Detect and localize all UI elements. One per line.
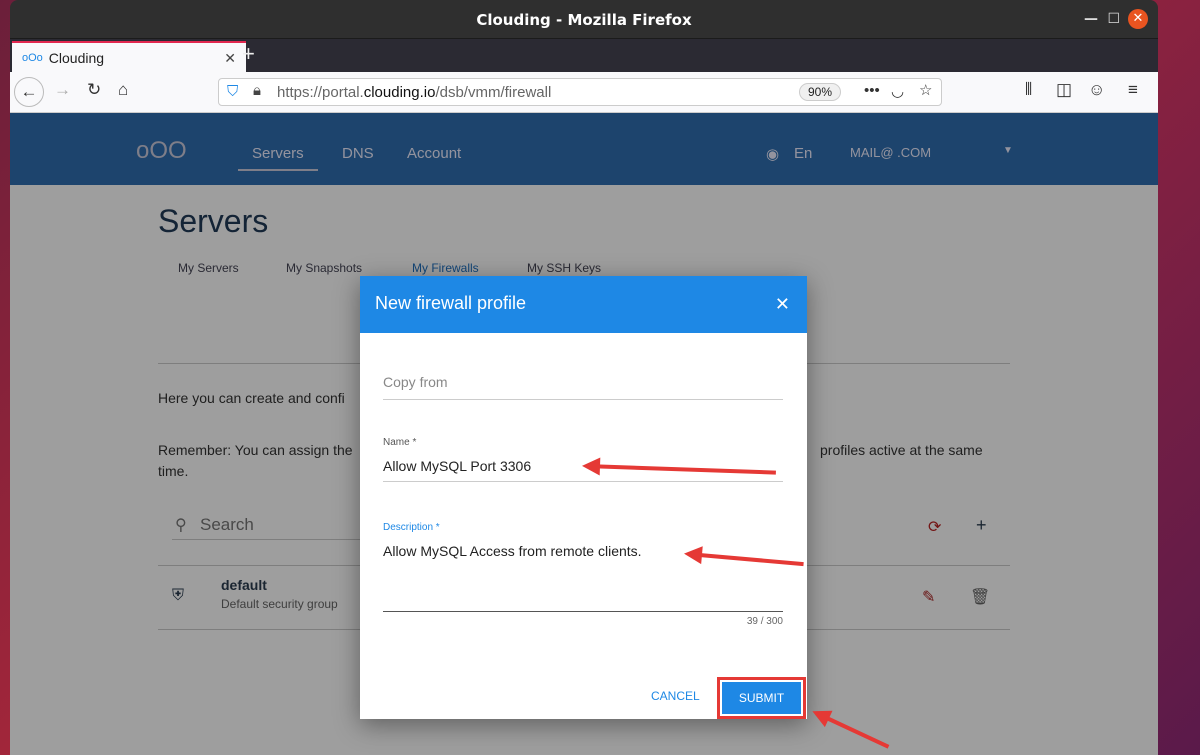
tab-title: Clouding — [48, 50, 105, 66]
window-title: Clouding - Mozilla Firefox — [476, 11, 692, 29]
bookmark-star-icon[interactable]: ☆ — [919, 81, 932, 99]
menu-icon[interactable]: ≡ — [1128, 80, 1138, 100]
minimize-button[interactable]: — — [1084, 11, 1098, 27]
close-window-button[interactable]: ✕ — [1128, 9, 1148, 29]
url-prefix: https://portal. — [277, 84, 364, 101]
more-actions-icon[interactable]: ••• — [864, 82, 880, 99]
back-button[interactable]: ← — [14, 77, 44, 107]
new-tab-button[interactable]: + — [242, 41, 255, 67]
url-bar[interactable]: ⛉ 🔒︎ https://portal.clouding.io/dsb/vmm/… — [218, 78, 942, 106]
character-counter: 39 / 300 — [746, 616, 783, 627]
tab-bar: oOo Clouding ✕ + — [10, 38, 1158, 73]
shield-icon: ⛉ — [227, 83, 239, 100]
account-icon[interactable]: ☺ — [1088, 80, 1105, 100]
forward-button[interactable]: → — [54, 80, 71, 100]
lock-icon: 🔒︎ — [253, 82, 261, 99]
home-button[interactable]: ⌂ — [118, 80, 128, 100]
submit-button[interactable]: SUBMIT — [717, 677, 806, 719]
copy-from-select[interactable]: Copy from — [383, 374, 783, 400]
close-icon[interactable]: ✕ — [775, 294, 790, 315]
new-firewall-dialog: New firewall profile ✕ Copy from Name * … — [360, 276, 807, 719]
close-tab-icon[interactable]: ✕ — [224, 50, 236, 67]
description-field[interactable]: Description * Allow MySQL Access from re… — [383, 522, 783, 612]
browser-tab[interactable]: oOo Clouding ✕ — [12, 41, 246, 73]
dialog-header: New firewall profile ✕ — [360, 276, 807, 333]
title-bar: Clouding - Mozilla Firefox — ☐ ✕ — [10, 0, 1158, 38]
reload-button[interactable]: ↻ — [87, 80, 101, 100]
description-label: Description * — [383, 522, 440, 533]
name-label: Name * — [383, 437, 417, 448]
cancel-button[interactable]: CANCEL — [651, 689, 700, 703]
cloud-favicon-icon: oOo — [22, 52, 43, 64]
pocket-icon[interactable]: ◡ — [891, 82, 904, 100]
maximize-button[interactable]: ☐ — [1107, 11, 1120, 27]
zoom-level[interactable]: 90% — [799, 83, 842, 101]
library-icon[interactable]: ⫴ — [1025, 80, 1032, 100]
copy-from-label: Copy from — [383, 374, 448, 390]
sidebar-icon[interactable]: ◫ — [1056, 80, 1072, 100]
url-domain: clouding.io — [363, 84, 436, 101]
dialog-title: New firewall profile — [375, 293, 527, 313]
nav-toolbar: ← → ↻ ⌂ ⛉ 🔒︎ https://portal.clouding.io/… — [10, 72, 1158, 113]
url-path: /dsb/vmm/firewall — [435, 84, 552, 101]
